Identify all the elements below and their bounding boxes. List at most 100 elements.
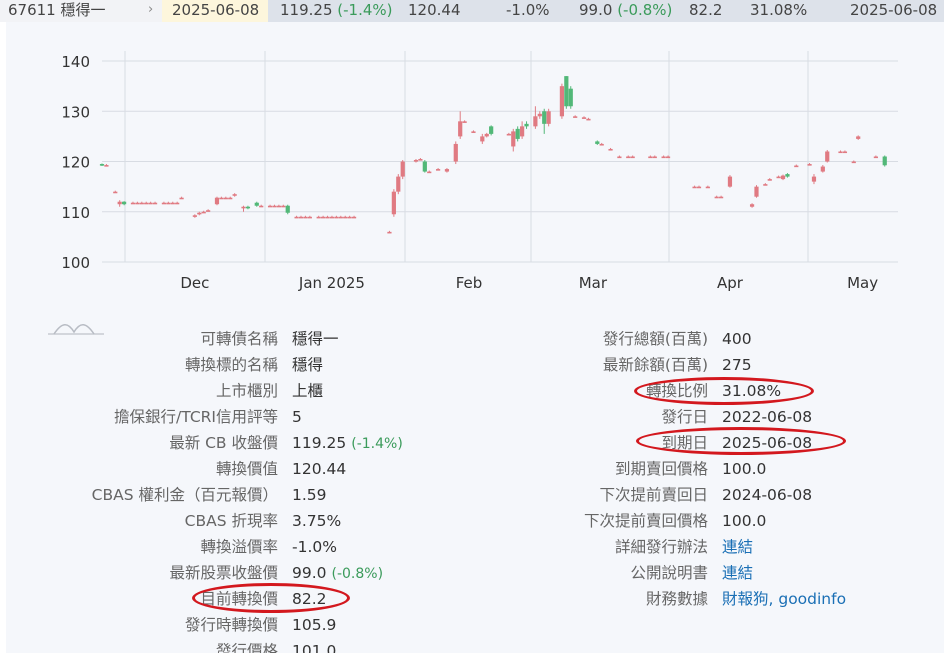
bond-name[interactable]: 67611 穩得一 <box>0 0 162 22</box>
candle <box>785 174 790 177</box>
detail-row: 下次提前賣回價格 100.0 <box>6 509 944 533</box>
candle <box>351 216 357 219</box>
detail-label: 發行日 <box>661 408 708 426</box>
candle <box>396 176 401 192</box>
candle <box>232 194 237 196</box>
candle <box>418 159 423 161</box>
x-tick-label: Mar <box>579 274 608 292</box>
bar-premium: -1.0% <box>506 1 550 19</box>
candle <box>586 118 591 121</box>
candle <box>179 197 184 200</box>
price-chart[interactable]: 100 110 120 130 140 Dec Jan 2025 Feb Mar Apr May <box>6 22 944 302</box>
candle <box>170 202 175 205</box>
candle <box>192 215 197 217</box>
candle <box>117 201 122 205</box>
candle <box>245 206 251 209</box>
candle <box>665 156 671 159</box>
candle <box>719 196 724 199</box>
detail-value: 101.0 <box>292 642 337 653</box>
candle <box>652 156 657 159</box>
detail-label: 公開說明書 <box>630 564 708 582</box>
annotation-circle <box>192 583 350 613</box>
candle <box>595 141 600 144</box>
candle <box>838 151 843 154</box>
candle <box>749 204 755 207</box>
candle <box>400 161 405 177</box>
candle <box>422 161 427 172</box>
candle <box>754 186 759 197</box>
candle <box>842 151 848 154</box>
detail-label: 下次提前賣回價格 <box>583 512 708 530</box>
candle <box>298 216 304 219</box>
candle <box>851 161 856 164</box>
candle <box>780 175 786 180</box>
candle <box>325 216 330 219</box>
detail-link[interactable]: 連結 <box>722 535 753 559</box>
candle <box>626 156 631 159</box>
chevron-right-icon[interactable]: › <box>148 0 153 22</box>
candle <box>122 201 127 205</box>
detail-label: 下次提前賣回日 <box>599 486 708 504</box>
candle <box>276 205 281 208</box>
y-tick-label: 140 <box>61 53 90 71</box>
bar-stock-price: 99.0 (-0.8%) <box>579 1 673 19</box>
candle <box>471 131 476 133</box>
candle <box>537 113 542 117</box>
summary-bar: 67611 穩得一 › 2025-06-08 119.25 (-1.4%) 12… <box>0 0 944 22</box>
candle <box>307 216 312 219</box>
y-tick-label: 120 <box>61 154 90 172</box>
detail-value: 400 <box>722 330 752 348</box>
candle <box>692 186 697 189</box>
candle <box>767 179 772 181</box>
candle <box>520 126 525 137</box>
detail-link[interactable]: 連結 <box>722 561 753 585</box>
bar-conv-value: 120.44 <box>408 1 461 19</box>
candle <box>630 156 635 159</box>
candle <box>807 164 812 166</box>
detail-label: 詳細發行辦法 <box>614 538 708 556</box>
candle <box>506 133 511 136</box>
detail-panel: 100 110 120 130 140 Dec Jan 2025 Feb Mar Apr May 可… <box>6 22 944 653</box>
candle <box>542 111 547 124</box>
candle <box>873 156 878 159</box>
candle <box>564 76 569 107</box>
bar-maturity: 2025-06-08 <box>850 1 938 19</box>
candle <box>413 160 419 162</box>
candle <box>524 123 529 127</box>
detail-row: 到期賣回價格 100.0 <box>6 457 944 481</box>
bar-cb-price: 119.25 (-1.4%) <box>280 1 393 19</box>
candle <box>130 202 136 205</box>
detail-value: 2022-06-08 <box>722 408 813 426</box>
candle <box>219 197 224 200</box>
candle <box>166 202 171 205</box>
candle <box>696 186 702 189</box>
bar-cb-change: (-1.4%) <box>337 1 393 19</box>
candle <box>294 216 299 219</box>
candle <box>254 202 259 206</box>
detail-label: 發行總額(百萬) <box>602 330 708 348</box>
candle <box>99 164 105 166</box>
y-tick-label: 100 <box>61 254 90 272</box>
candle <box>515 128 520 139</box>
candle <box>321 216 326 219</box>
detail-label: 發行價格 <box>215 642 278 653</box>
candle <box>161 202 167 205</box>
candle <box>201 211 206 214</box>
candle <box>338 216 343 219</box>
candle <box>152 202 158 205</box>
candle <box>206 210 211 212</box>
candle <box>444 169 450 172</box>
detail-row: 財務數據 財報狗, goodinfo <box>6 587 944 611</box>
candle <box>139 202 144 205</box>
candle <box>334 216 339 219</box>
candle <box>546 111 551 124</box>
detail-link[interactable]: 財報狗, goodinfo <box>722 587 846 611</box>
detail-row: 發行價格 101.0 <box>6 639 944 653</box>
candle <box>705 186 710 189</box>
annotation-circle <box>636 427 846 455</box>
candle <box>882 156 887 166</box>
candle <box>241 206 246 209</box>
candle <box>794 165 799 168</box>
candle <box>113 191 118 194</box>
detail-label: 發行時轉換價 <box>184 616 278 634</box>
